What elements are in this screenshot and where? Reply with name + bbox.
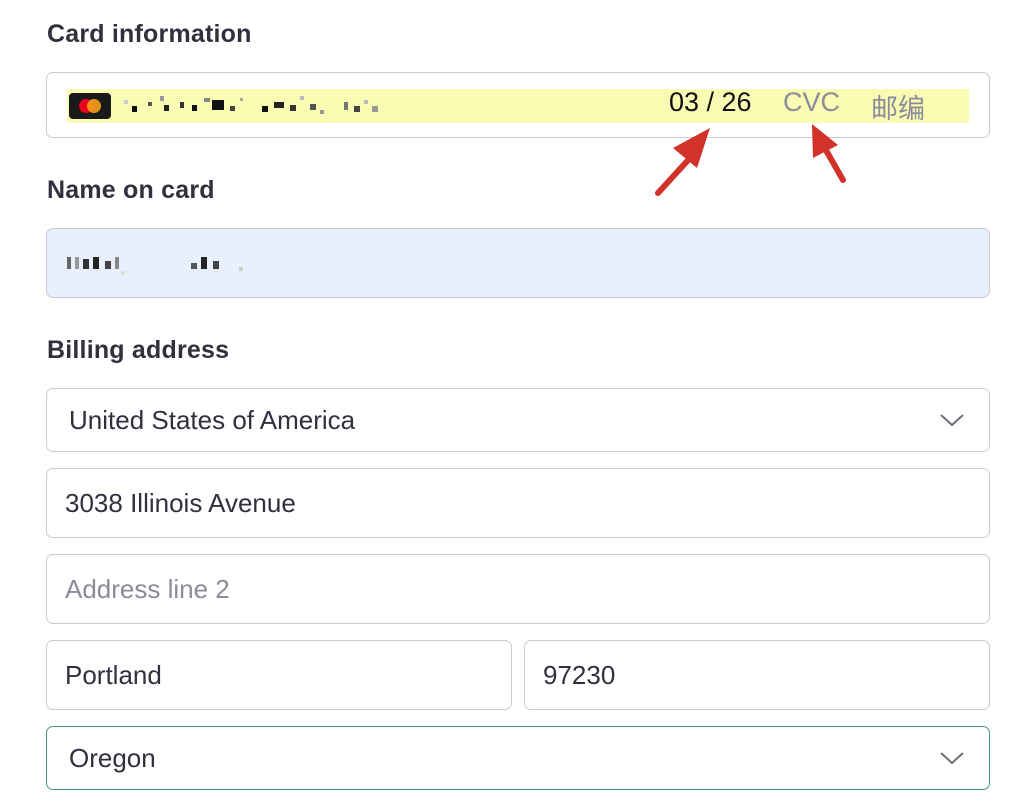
chevron-down-icon — [940, 414, 964, 427]
state-select[interactable]: Oregon — [46, 726, 990, 790]
billing-address-label: Billing address — [47, 336, 230, 364]
name-on-card-input[interactable] — [46, 228, 990, 298]
city-input[interactable]: Portland — [46, 640, 512, 710]
mastercard-icon — [69, 93, 111, 119]
state-value: Oregon — [69, 742, 156, 773]
zip-input[interactable]: 97230 — [524, 640, 990, 710]
address-line2-placeholder: Address line 2 — [65, 573, 230, 604]
postal-code-input[interactable]: 邮编 — [871, 87, 925, 126]
name-redacted — [67, 257, 243, 275]
card-information-field[interactable]: 03 / 26 CVC 邮编 — [46, 72, 990, 138]
country-value: United States of America — [69, 404, 356, 435]
city-value: Portland — [65, 659, 162, 690]
card-information-label: Card information — [47, 20, 252, 48]
card-number-redacted[interactable] — [122, 94, 392, 118]
address-line1-input[interactable]: 3038 Illinois Avenue — [46, 468, 990, 538]
address-line1-value: 3038 Illinois Avenue — [65, 487, 296, 518]
name-on-card-label: Name on card — [47, 176, 215, 204]
chevron-down-icon — [940, 752, 964, 765]
cvc-input[interactable]: CVC — [783, 87, 840, 118]
country-select[interactable]: United States of America — [46, 388, 990, 452]
address-line2-input[interactable]: Address line 2 — [46, 554, 990, 624]
expiry-input[interactable]: 03 / 26 — [669, 87, 752, 118]
zip-value: 97230 — [543, 659, 616, 690]
